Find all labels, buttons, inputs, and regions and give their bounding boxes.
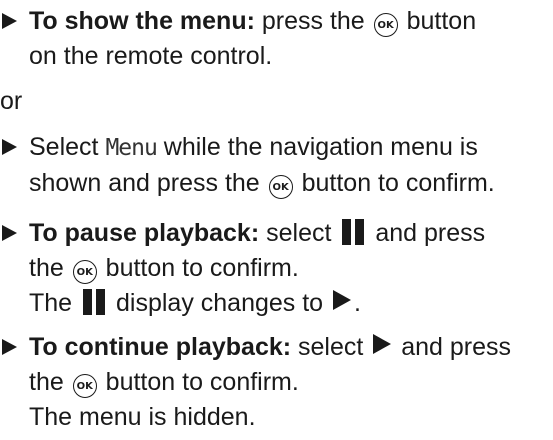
- instruction-page: To show the menu: press the OK button on…: [0, 0, 553, 440]
- step-text: display changes to: [109, 289, 324, 317]
- step-line: the OK button to confirm.: [29, 365, 553, 400]
- step-show-menu: To show the menu: press the OK button on…: [0, 4, 553, 74]
- step-heading: To show the menu:: [29, 7, 255, 35]
- step-text: select: [259, 219, 332, 247]
- step-text: the: [29, 368, 64, 396]
- pause-icon: [83, 289, 106, 315]
- step-text: Select: [29, 133, 106, 161]
- play-icon: [333, 290, 352, 310]
- step-text: The: [29, 289, 73, 317]
- step-line: the OK button to confirm.: [29, 251, 553, 286]
- step-line: To continue playback: select and press: [29, 330, 553, 365]
- step-text: and press: [368, 219, 486, 247]
- step-arrow-icon: [2, 13, 17, 29]
- step-text: press the: [254, 7, 365, 35]
- step-text: and press: [394, 333, 512, 361]
- step-line: on the remote control.: [29, 42, 273, 70]
- step-text: while the navigation menu is: [156, 133, 478, 161]
- step-text: the: [29, 254, 64, 282]
- step-text: button to confirm.: [98, 368, 299, 396]
- step-text: button to confirm.: [294, 169, 495, 197]
- step-heading: To continue playback:: [29, 333, 292, 361]
- step-line: To pause playback: select and press: [29, 216, 553, 251]
- play-icon: [373, 334, 392, 354]
- step-arrow-icon: [2, 225, 17, 241]
- step-line: The menu is hidden.: [29, 403, 256, 431]
- menu-item-name: Menu: [105, 135, 157, 161]
- step-line: The display changes to .: [29, 286, 553, 321]
- step-select-menu: Select Menu while the navigation menu is…: [0, 130, 553, 201]
- step-arrow-icon: [2, 339, 17, 355]
- ok-button-icon: OK: [268, 175, 293, 199]
- step-text: select: [291, 333, 364, 361]
- step-text: button to confirm.: [98, 254, 299, 282]
- step-continue-playback: To continue playback: select and press t…: [0, 330, 553, 435]
- step-line: Select Menu while the navigation menu is: [29, 130, 553, 166]
- ok-button-icon: OK: [72, 260, 97, 284]
- step-text: shown and press the: [29, 169, 260, 197]
- ok-button-icon: OK: [373, 13, 398, 37]
- step-heading: To pause playback:: [29, 219, 260, 247]
- step-pause-playback: To pause playback: select and press the …: [0, 216, 553, 321]
- step-arrow-icon: [2, 139, 17, 155]
- step-line: shown and press the OK button to confirm…: [29, 166, 553, 201]
- or-separator: or: [0, 87, 23, 115]
- step-line: To show the menu: press the OK button: [29, 4, 553, 39]
- ok-button-icon: OK: [72, 374, 97, 398]
- pause-icon: [342, 219, 365, 245]
- step-text: button: [399, 7, 477, 35]
- step-text: .: [354, 289, 361, 317]
